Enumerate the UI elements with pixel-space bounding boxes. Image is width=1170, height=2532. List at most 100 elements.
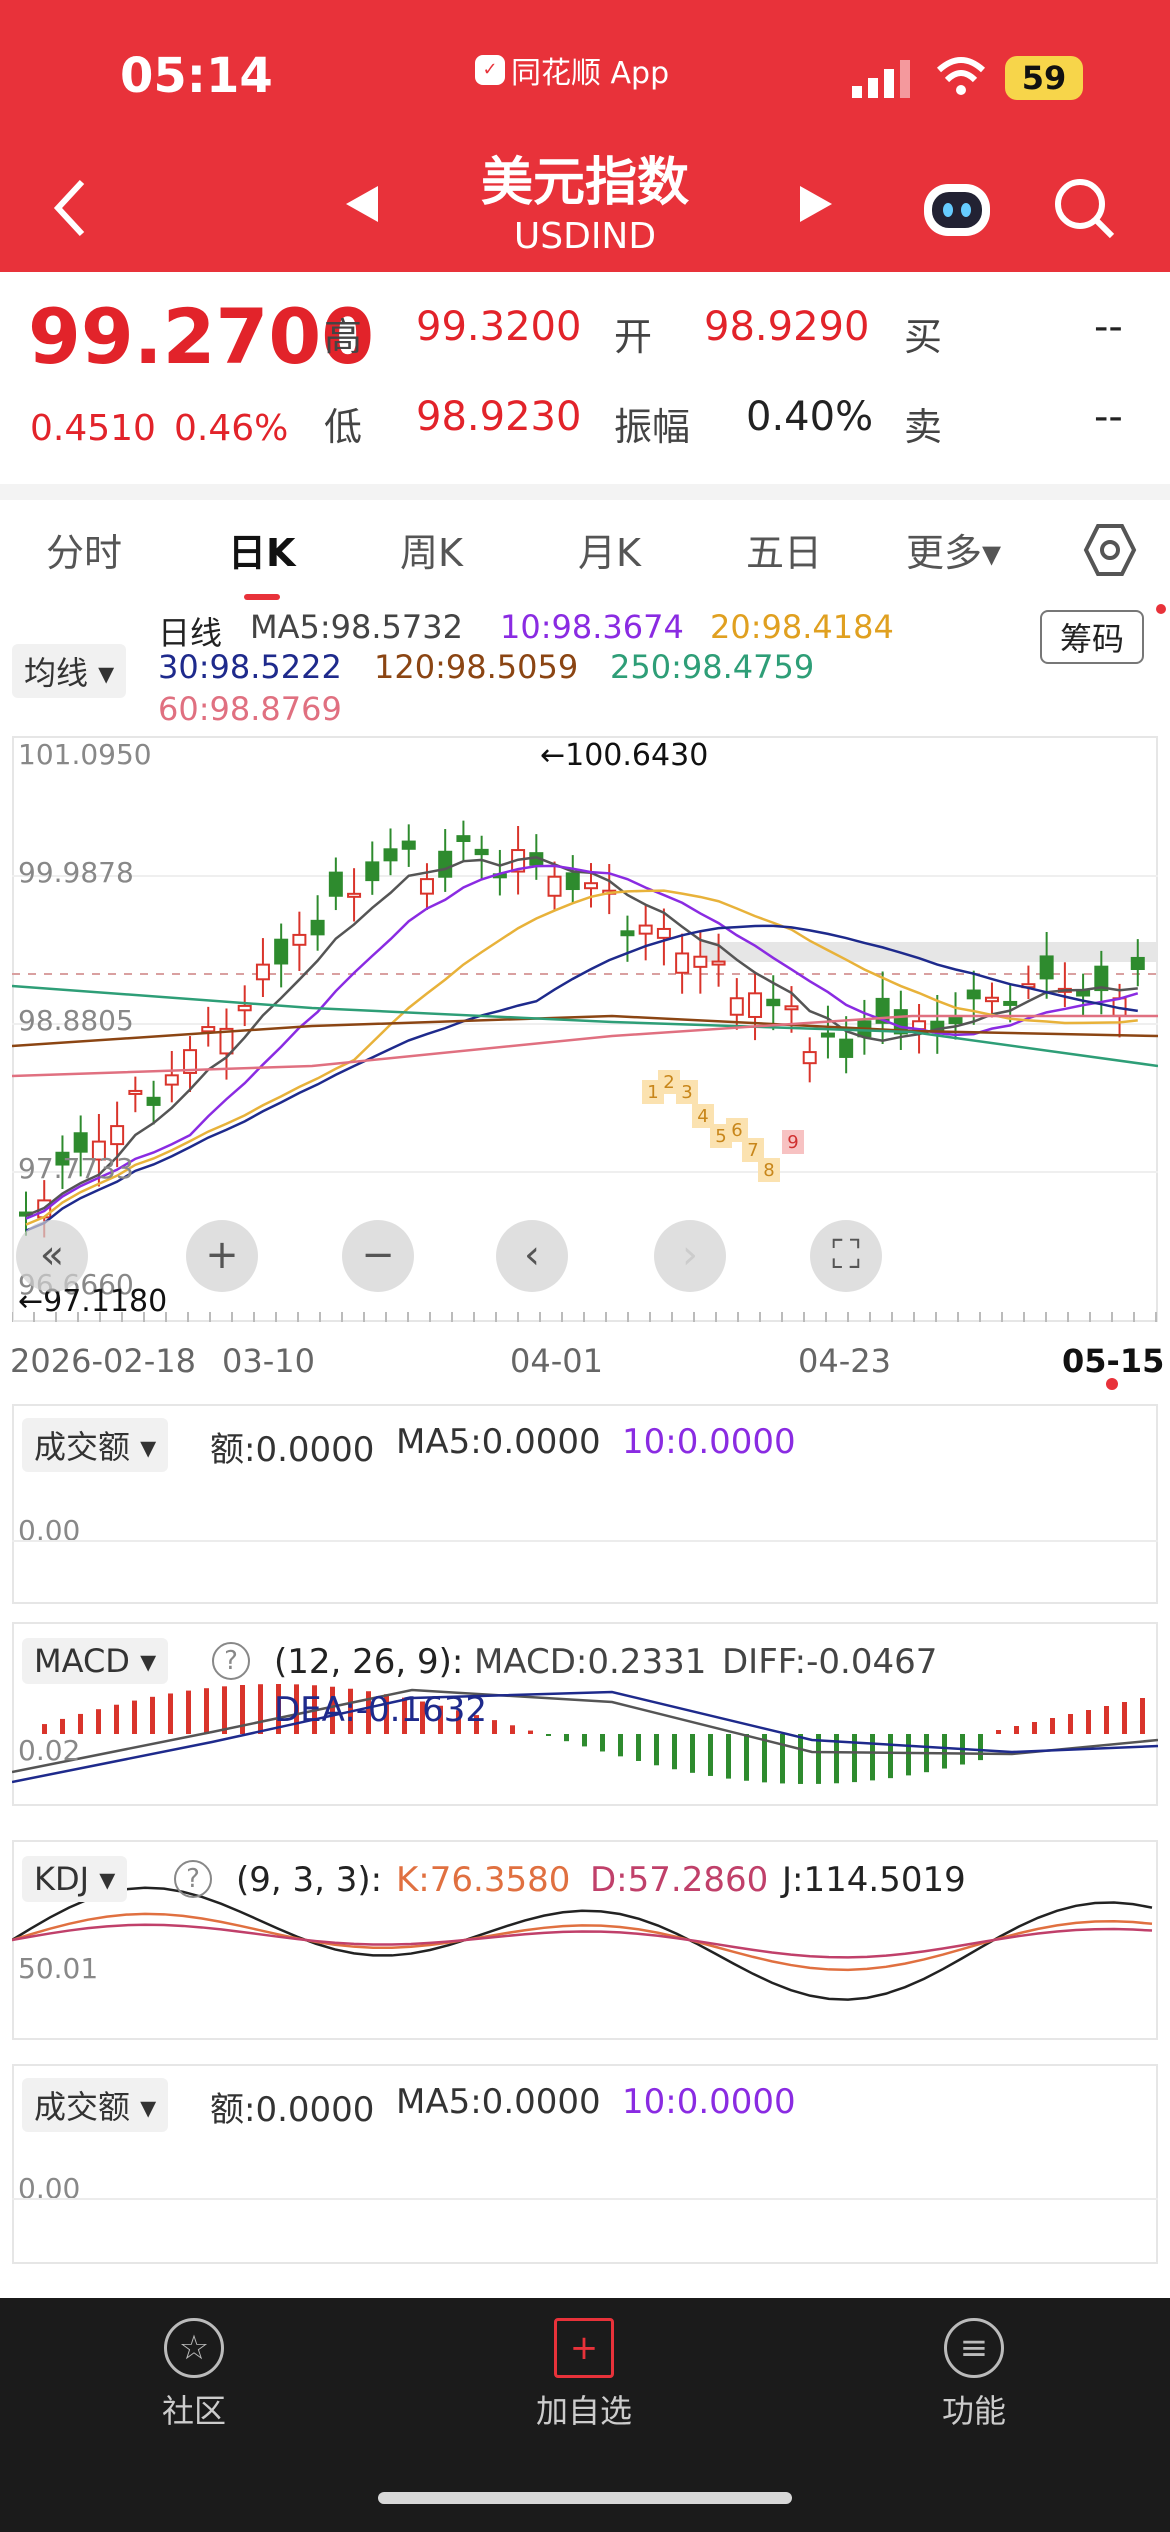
candle-body bbox=[802, 1051, 817, 1065]
count-label: 8 bbox=[763, 1160, 774, 1181]
tab-daily-k[interactable]: 日K bbox=[228, 522, 295, 577]
macd-bar bbox=[186, 1690, 191, 1734]
ma250-value: 250:98.4759 bbox=[610, 648, 815, 686]
search-icon[interactable] bbox=[1052, 176, 1118, 242]
active-tab-indicator bbox=[244, 594, 280, 600]
macd-bar bbox=[618, 1734, 623, 1757]
candle-body bbox=[638, 924, 653, 935]
source-app-label: 同花顺 App bbox=[511, 56, 670, 91]
tab-more[interactable]: 更多▾ bbox=[906, 522, 1001, 577]
kline-chart[interactable]: 1 2 345 6789 bbox=[12, 736, 1158, 1322]
nav-add-watchlist[interactable]: + 加自选 bbox=[484, 2318, 684, 2432]
candle-body bbox=[201, 1026, 216, 1033]
source-app-indicator[interactable]: ✓ 同花顺 App bbox=[475, 48, 669, 92]
home-indicator[interactable] bbox=[378, 2492, 792, 2504]
date-label-1: 2026-02-18 bbox=[10, 1342, 196, 1380]
macd-help-icon[interactable]: ? bbox=[212, 1642, 250, 1680]
count-label: 6 bbox=[731, 1120, 742, 1141]
price-change: 0.4510 bbox=[30, 408, 156, 449]
ma-line bbox=[25, 856, 1138, 1217]
macd-bar bbox=[654, 1734, 659, 1766]
macd-bar bbox=[96, 1709, 101, 1734]
candle-body bbox=[110, 1125, 125, 1146]
tab-intraday[interactable]: 分时 bbox=[46, 522, 122, 577]
candle-body bbox=[1130, 956, 1145, 970]
candle-body bbox=[748, 992, 763, 1018]
amplitude-label: 振幅 bbox=[614, 405, 691, 449]
macd-bar bbox=[1014, 1726, 1019, 1734]
open-label: 开 bbox=[614, 315, 653, 359]
count-label: 5 bbox=[715, 1126, 726, 1147]
robot-assistant-icon[interactable] bbox=[918, 176, 996, 240]
macd-bar bbox=[906, 1734, 911, 1776]
macd-bar bbox=[942, 1734, 947, 1769]
candle-body bbox=[584, 882, 598, 890]
macd-bar bbox=[798, 1734, 803, 1784]
nav-community-label: 社区 bbox=[161, 2392, 226, 2430]
battery-indicator: 59 bbox=[1005, 56, 1083, 100]
count-label: 7 bbox=[747, 1140, 758, 1161]
scroll-left-button[interactable]: « bbox=[16, 1220, 88, 1292]
y-label-2: 99.9878 bbox=[18, 856, 134, 889]
tab-five-day[interactable]: 五日 bbox=[746, 522, 822, 577]
macd-bar bbox=[888, 1734, 893, 1779]
amplitude-value: 0.40% bbox=[746, 394, 874, 440]
candle-body bbox=[547, 875, 562, 897]
step-forward-button[interactable]: › bbox=[654, 1220, 726, 1292]
k-value: K:76.3580 bbox=[396, 1860, 571, 1900]
ma120-value: 120:98.5059 bbox=[374, 648, 579, 686]
macd-bar bbox=[870, 1734, 875, 1781]
ma60-value: 60:98.8769 bbox=[158, 690, 342, 728]
high-label: 高 bbox=[324, 315, 363, 359]
candle-body bbox=[675, 952, 690, 974]
candle-body bbox=[237, 1004, 252, 1012]
kdj-selector[interactable]: KDJ ▾ bbox=[22, 1856, 128, 1902]
volume-selector-2[interactable]: 成交额 ▾ bbox=[22, 2078, 169, 2132]
ma-selector[interactable]: 均线 ▾ bbox=[12, 644, 127, 698]
step-back-button[interactable]: ‹ bbox=[496, 1220, 568, 1292]
candle-body bbox=[984, 996, 999, 1003]
candle-body bbox=[365, 861, 380, 882]
macd-bar bbox=[492, 1720, 497, 1734]
macd-params: (12, 26, 9): bbox=[274, 1642, 464, 1682]
next-symbol-icon[interactable] bbox=[796, 184, 836, 224]
macd-bar bbox=[150, 1696, 155, 1734]
buy-value: -- bbox=[1094, 304, 1123, 350]
chips-distribution-button[interactable]: 筹码 bbox=[1040, 610, 1145, 664]
nav-community[interactable]: ☆ 社区 bbox=[94, 2318, 294, 2432]
macd-bar bbox=[546, 1734, 551, 1736]
kdj-help-icon[interactable]: ? bbox=[174, 1860, 212, 1898]
volume-ma5-2: MA5:0.0000 bbox=[396, 2082, 601, 2122]
nav-functions[interactable]: ≡ 功能 bbox=[874, 2318, 1074, 2432]
macd-bar bbox=[708, 1734, 713, 1776]
volume-ma10-2: 10:0.0000 bbox=[622, 2082, 796, 2122]
volume-selector-1[interactable]: 成交额 ▾ bbox=[22, 1418, 169, 1472]
candle-body bbox=[419, 878, 434, 895]
wifi-icon bbox=[936, 57, 986, 95]
count-label: 1 bbox=[647, 1082, 658, 1103]
candle-body bbox=[347, 892, 362, 898]
nav-add-watchlist-label: 加自选 bbox=[535, 2392, 632, 2430]
price-zone-band bbox=[702, 942, 1158, 962]
add-watchlist-icon: + bbox=[554, 2318, 614, 2378]
ma20-value: 20:98.4184 bbox=[710, 608, 894, 646]
fullscreen-button[interactable]: ⛶ bbox=[810, 1220, 882, 1292]
candle-body bbox=[292, 933, 307, 946]
zoom-in-button[interactable]: + bbox=[186, 1220, 258, 1292]
candle-body bbox=[255, 963, 270, 981]
zoom-out-button[interactable]: − bbox=[342, 1220, 414, 1292]
macd-bar bbox=[528, 1730, 533, 1734]
count-label: 9 bbox=[787, 1132, 798, 1153]
candle-body bbox=[820, 1032, 835, 1038]
ma10-value: 10:98.3674 bbox=[500, 608, 684, 646]
candle-body bbox=[948, 1016, 963, 1025]
settings-hexagon-icon[interactable] bbox=[1082, 522, 1138, 578]
tab-monthly-k[interactable]: 月K bbox=[578, 522, 641, 577]
sell-value: -- bbox=[1094, 394, 1123, 440]
tab-weekly-k[interactable]: 周K bbox=[400, 522, 463, 577]
low-value: 98.9230 bbox=[416, 394, 582, 440]
macd-selector[interactable]: MACD ▾ bbox=[22, 1638, 169, 1684]
candle-body bbox=[693, 955, 708, 968]
macd-bar bbox=[978, 1734, 983, 1761]
buy-label: 买 bbox=[904, 315, 943, 359]
